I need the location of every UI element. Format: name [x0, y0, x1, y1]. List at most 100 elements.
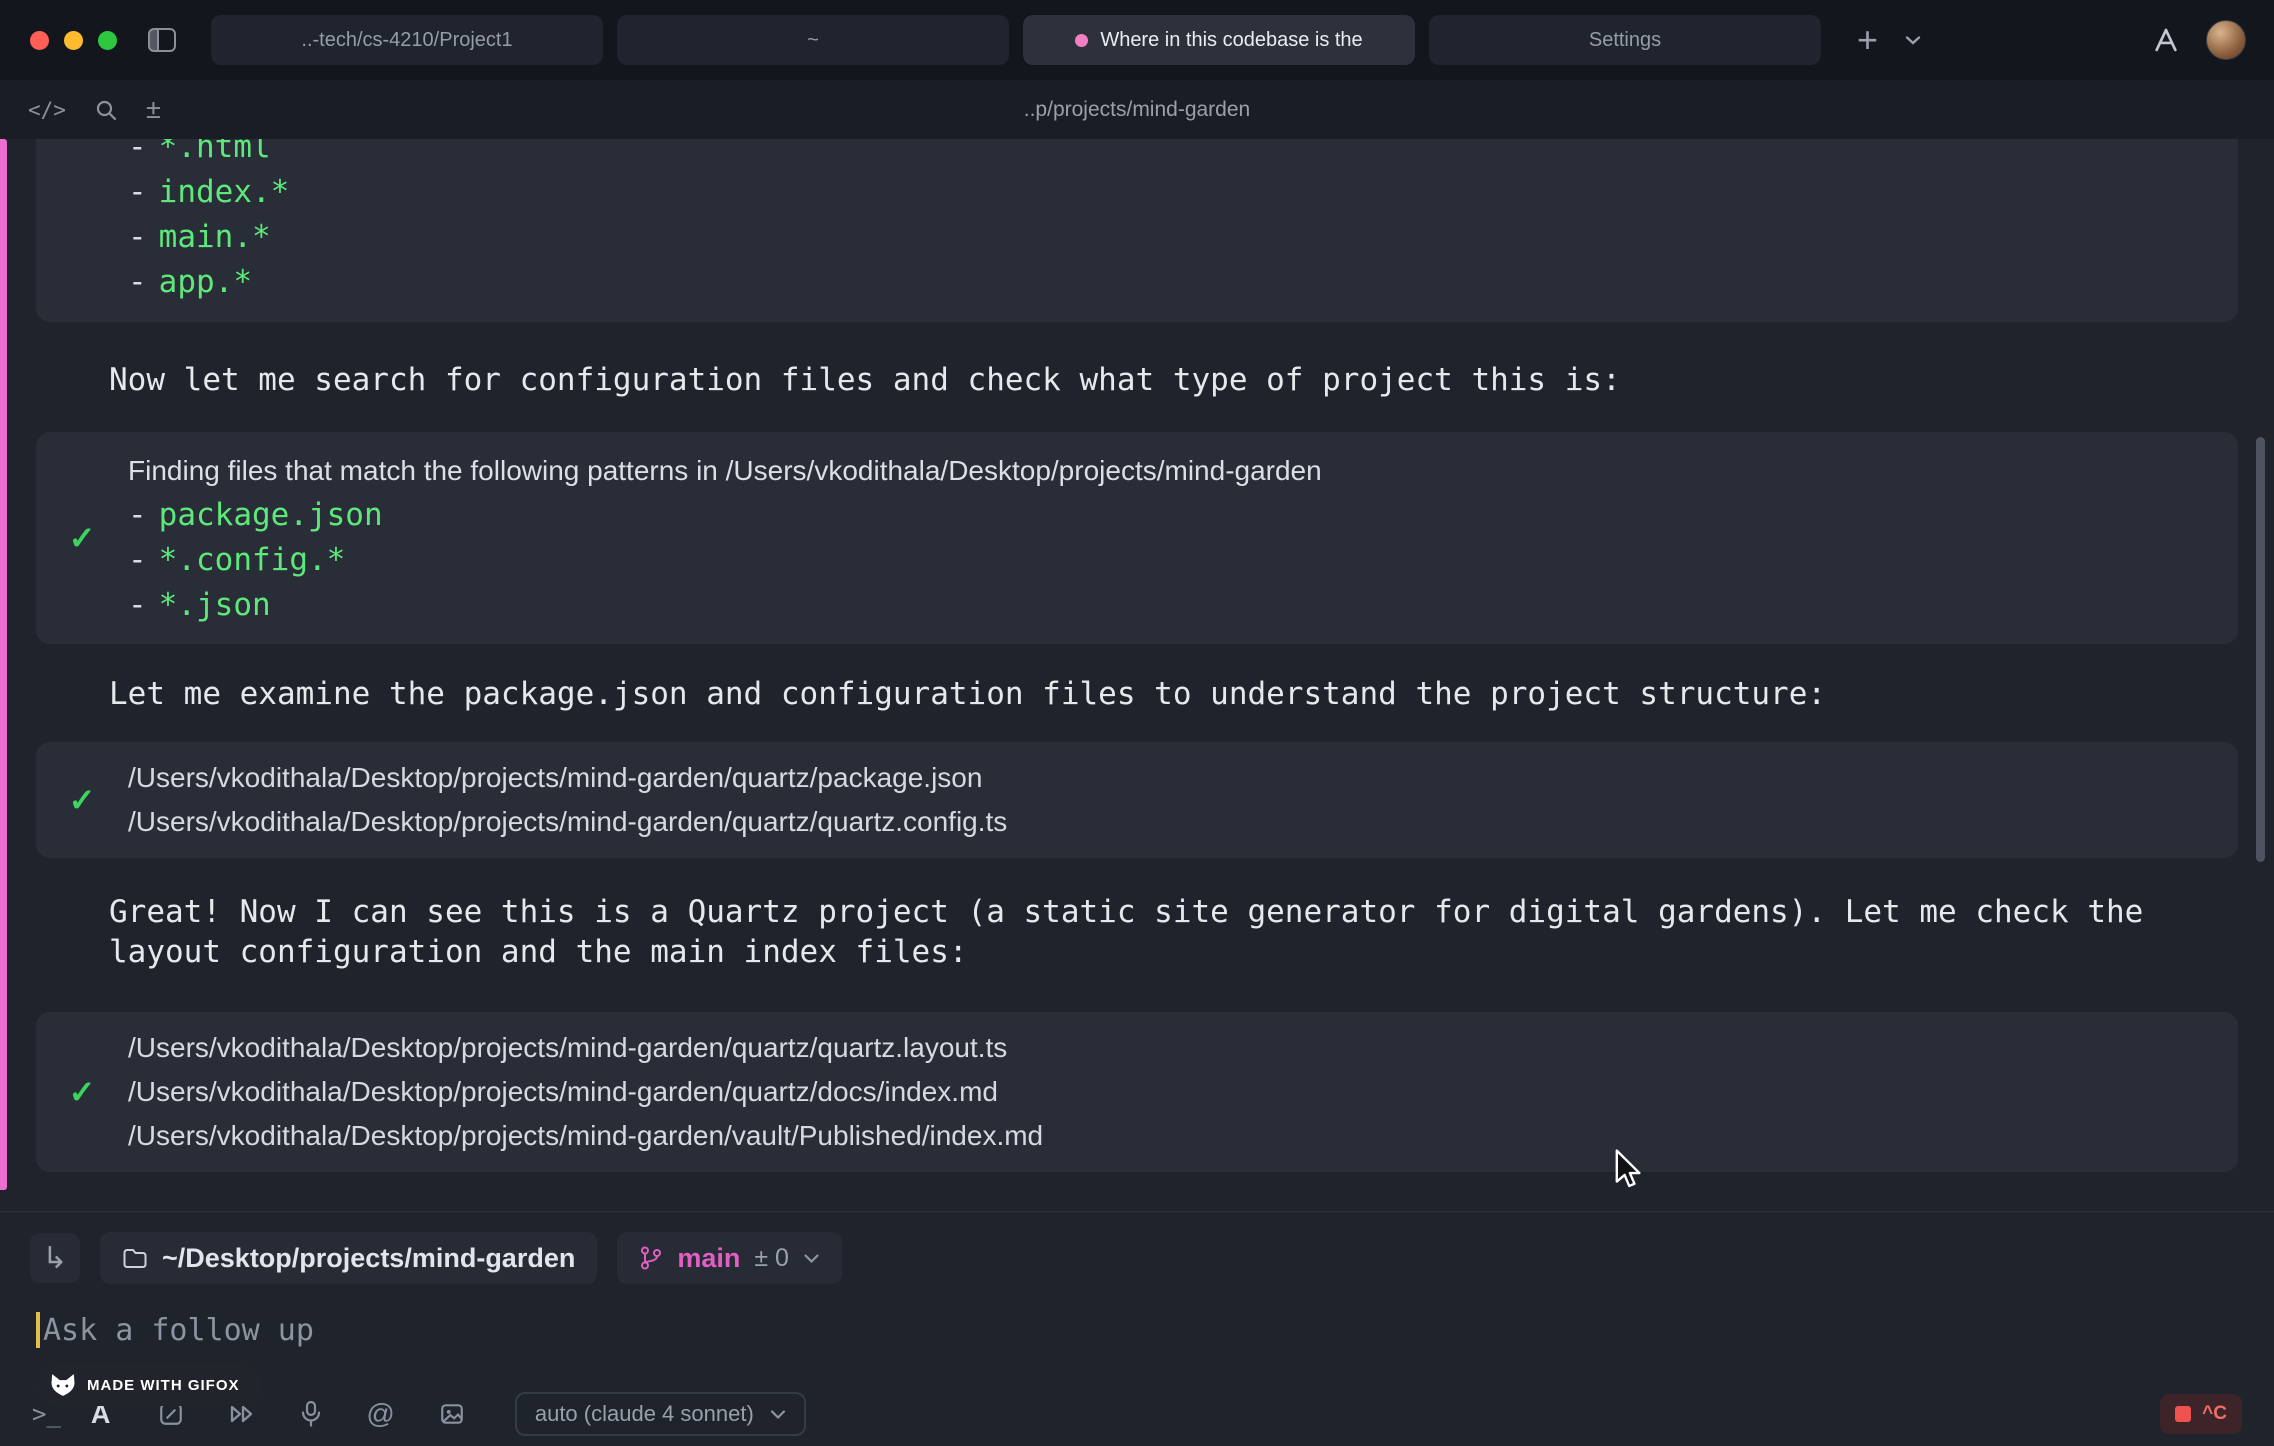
watermark-label: MADE WITH GIFOX	[87, 1377, 240, 1394]
tool-result-block[interactable]: ✓ Finding files that match the following…	[36, 432, 2238, 644]
list-dash: -	[128, 174, 147, 210]
plus-minus-icon[interactable]: ±	[146, 94, 161, 125]
interrupt-shortcut: ^C	[2202, 1403, 2227, 1425]
app-logo-icon[interactable]	[2152, 26, 2180, 54]
input-row	[36, 1312, 2274, 1348]
list-dash: -	[128, 542, 147, 578]
conversation-area: -*.html -index.* -main.* -app.* Now let …	[0, 139, 2274, 1211]
tool-description: Finding files that match the following p…	[128, 448, 2208, 493]
context-row: ↳ ~/Desktop/projects/mind-garden main ± …	[30, 1232, 2274, 1284]
tool-status-column: ✓	[36, 742, 128, 858]
agent-accent-stripe	[0, 139, 7, 1190]
tab-home[interactable]: ~	[617, 15, 1009, 65]
fast-forward-icon[interactable]	[228, 1403, 256, 1425]
tab-codebase-question[interactable]: Where in this codebase is the	[1023, 15, 1415, 65]
composer: ↳ ~/Desktop/projects/mind-garden main ± …	[0, 1211, 2274, 1446]
chevron-down-icon	[803, 1253, 820, 1264]
search-icon[interactable]	[94, 98, 118, 122]
tab-list-chevron-button[interactable]	[1904, 34, 1922, 46]
tab-label: ..-tech/cs-4210/Project1	[301, 29, 512, 52]
microphone-icon[interactable]	[300, 1400, 322, 1428]
fox-icon	[50, 1373, 76, 1397]
minimize-window-button[interactable]	[64, 31, 83, 50]
pattern-line: -*.config.*	[128, 538, 2208, 583]
check-icon: ✓	[69, 519, 96, 557]
check-icon: ✓	[69, 1073, 96, 1111]
list-dash: -	[128, 587, 147, 623]
file-path: /Users/vkodithala/Desktop/projects/mind-…	[128, 1026, 2208, 1070]
agent-message: Great! Now I can see this is a Quartz pr…	[109, 892, 2154, 972]
tab-label: ~	[807, 29, 819, 52]
zoom-window-button[interactable]	[98, 31, 117, 50]
toolbar-icons: </> ±	[0, 94, 161, 125]
tool-status-column: ✓	[36, 432, 128, 644]
check-icon: ✓	[69, 781, 96, 819]
sidebar-icon	[147, 27, 177, 53]
list-dash: -	[128, 219, 147, 255]
list-dash: -	[128, 139, 147, 165]
tab-bar: ..-tech/cs-4210/Project1 ~ Where in this…	[211, 15, 1922, 65]
file-pattern: *.config.*	[159, 542, 346, 578]
sidebar-toggle-button[interactable]	[147, 27, 177, 53]
chat-input[interactable]	[43, 1313, 1543, 1348]
pattern-line: -app.*	[128, 260, 2208, 305]
file-path: /Users/vkodithala/Desktop/projects/mind-…	[128, 1114, 2208, 1158]
tool-result-block[interactable]: -*.html -index.* -main.* -app.*	[36, 139, 2238, 322]
composer-toolbar: >_ A @	[32, 1392, 2242, 1436]
titlebar: ..-tech/cs-4210/Project1 ~ Where in this…	[0, 0, 2274, 80]
list-dash: -	[128, 497, 147, 533]
window-toolbar: </> ± ..p/projects/mind-garden	[0, 80, 2274, 139]
pattern-line: -index.*	[128, 170, 2208, 215]
tool-result-block[interactable]: ✓ /Users/vkodithala/Desktop/projects/min…	[36, 742, 2238, 858]
image-attach-icon[interactable]	[439, 1401, 465, 1427]
git-diff-stat: ± 0	[754, 1244, 789, 1273]
tab-label: Settings	[1589, 29, 1661, 52]
tool-result-block[interactable]: ✓ /Users/vkodithala/Desktop/projects/min…	[36, 1012, 2238, 1172]
reply-button[interactable]: ↳	[30, 1233, 80, 1283]
file-pattern: package.json	[159, 497, 383, 533]
folder-icon	[122, 1246, 148, 1270]
tool-status-column: ✓	[36, 1012, 128, 1172]
pattern-line: -package.json	[128, 493, 2208, 538]
chevron-down-icon	[1904, 34, 1922, 46]
working-directory-chip[interactable]: ~/Desktop/projects/mind-garden	[100, 1232, 597, 1284]
text-caret	[36, 1312, 40, 1348]
file-pattern: index.*	[159, 174, 290, 210]
file-path: /Users/vkodithala/Desktop/projects/mind-…	[128, 1070, 2208, 1114]
window-controls	[0, 31, 117, 50]
pattern-line: -*.json	[128, 583, 2208, 628]
chevron-down-icon	[770, 1409, 786, 1420]
working-directory-path: ~/Desktop/projects/mind-garden	[162, 1243, 575, 1274]
tab-settings[interactable]: Settings	[1429, 15, 1821, 65]
mention-icon[interactable]: @	[366, 1398, 394, 1430]
model-selector[interactable]: auto (claude 4 sonnet)	[515, 1392, 806, 1436]
code-blocks-icon[interactable]: </>	[28, 98, 66, 122]
model-selector-label: auto (claude 4 sonnet)	[535, 1401, 754, 1427]
git-branch-icon	[639, 1245, 663, 1271]
reply-arrow-icon: ↳	[42, 1241, 67, 1276]
titlebar-right	[2152, 20, 2274, 60]
file-path: /Users/vkodithala/Desktop/projects/mind-…	[128, 756, 2208, 800]
interrupt-button[interactable]: ^C	[2160, 1394, 2242, 1434]
agent-message: Now let me search for configuration file…	[109, 360, 2154, 400]
file-pattern: main.*	[159, 219, 271, 255]
tab-project1[interactable]: ..-tech/cs-4210/Project1	[211, 15, 603, 65]
file-path: /Users/vkodithala/Desktop/projects/mind-…	[128, 800, 2208, 844]
new-tab-button[interactable]: +	[1857, 22, 1878, 58]
git-branch-name: main	[677, 1243, 740, 1274]
file-pattern: *.html	[159, 139, 271, 165]
pattern-line: -main.*	[128, 215, 2208, 260]
file-pattern: app.*	[159, 264, 252, 300]
tab-activity-dot	[1075, 34, 1088, 47]
close-window-button[interactable]	[30, 31, 49, 50]
avatar[interactable]	[2206, 20, 2246, 60]
scrollbar-thumb[interactable]	[2256, 437, 2265, 862]
git-branch-chip[interactable]: main ± 0	[617, 1232, 842, 1284]
stop-icon	[2175, 1406, 2191, 1422]
tool-status-column	[36, 139, 128, 322]
agent-message: Let me examine the package.json and conf…	[109, 674, 2154, 714]
tab-label: Where in this codebase is the	[1100, 29, 1362, 52]
current-directory-title: ..p/projects/mind-garden	[0, 98, 2274, 122]
gifox-watermark: MADE WITH GIFOX	[38, 1364, 262, 1406]
pattern-line: -*.html	[128, 139, 2208, 170]
